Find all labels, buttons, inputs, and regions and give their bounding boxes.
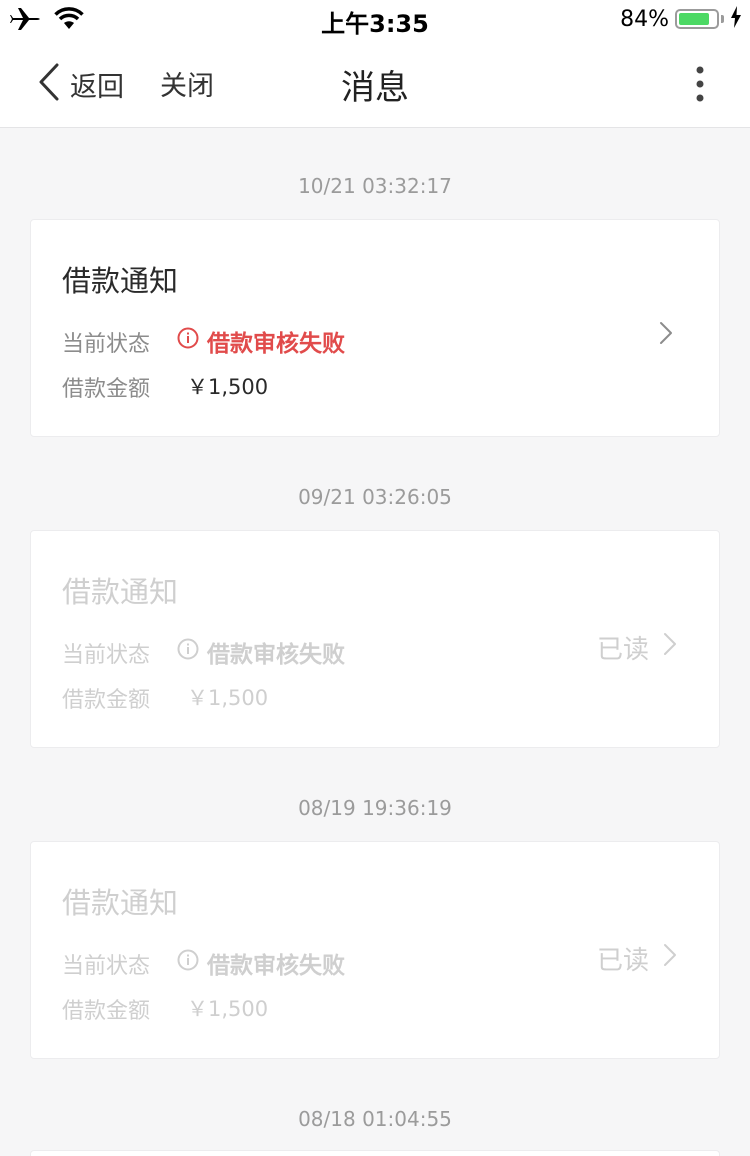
status-right: 84% — [620, 6, 742, 32]
message-title: 借款通知 — [62, 264, 179, 298]
status-text: 借款审核失败 — [207, 642, 345, 668]
message-title: 借款通知 — [62, 886, 179, 920]
info-icon — [177, 949, 207, 977]
message-timestamp: 10/21 03:32:17 — [298, 174, 452, 198]
chevron-right-icon — [663, 943, 677, 974]
read-label: 已读 — [596, 635, 649, 665]
nav-bar: 返回 关闭 消息 — [0, 40, 750, 128]
message-title: 借款通知 — [62, 575, 179, 609]
amount-label: 借款金额 — [62, 377, 151, 402]
battery-tip — [721, 15, 724, 23]
message-card[interactable]: 借款通知 当前状态 借款审核失败 借款金额 ￥1,500 已读 — [30, 530, 720, 748]
status-text: 借款审核失败 — [207, 331, 345, 357]
charging-bolt-icon — [730, 6, 742, 32]
battery-percent: 84% — [620, 6, 669, 32]
read-tag: 已读 — [597, 940, 677, 977]
info-icon — [177, 327, 207, 355]
page-title: 消息 — [341, 68, 409, 108]
read-label: 已读 — [596, 946, 649, 976]
amount-value: ￥1,500 — [187, 686, 269, 710]
battery-icon — [675, 9, 719, 29]
status-label: 当前状态 — [62, 332, 151, 357]
message-timestamp: 08/18 01:04:55 — [298, 1107, 452, 1131]
info-icon — [177, 638, 207, 666]
message-card[interactable]: 借款通知 当前状态 借款审核失败 借款金额 ￥1,500 已读 — [30, 841, 720, 1059]
amount-label: 借款金额 — [62, 999, 151, 1024]
status-text: 借款审核失败 — [207, 953, 345, 979]
message-timestamp: 09/21 03:26:05 — [298, 485, 452, 509]
amount-value: ￥1,500 — [187, 997, 269, 1021]
message-timestamp: 08/19 19:36:19 — [298, 796, 452, 820]
battery-fill — [679, 13, 709, 25]
message-card[interactable]: 借款通知 当前状态 借款审核失败 借款金额 ￥1,500 — [30, 219, 720, 437]
amount-value: ￥1,500 — [187, 375, 269, 399]
status-value: 借款审核失败 — [177, 946, 345, 980]
status-value: 借款审核失败 — [177, 324, 345, 358]
status-label: 当前状态 — [62, 954, 151, 979]
read-tag: 已读 — [597, 629, 677, 666]
status-label: 当前状态 — [62, 643, 151, 668]
status-value: 借款审核失败 — [177, 635, 345, 669]
amount-label: 借款金额 — [62, 688, 151, 713]
chevron-right-icon — [659, 321, 673, 349]
more-vertical-icon[interactable] — [692, 66, 708, 102]
status-bar: 上午3:35 84% — [0, 0, 750, 40]
chevron-right-icon — [663, 632, 677, 663]
message-card[interactable] — [30, 1150, 720, 1156]
